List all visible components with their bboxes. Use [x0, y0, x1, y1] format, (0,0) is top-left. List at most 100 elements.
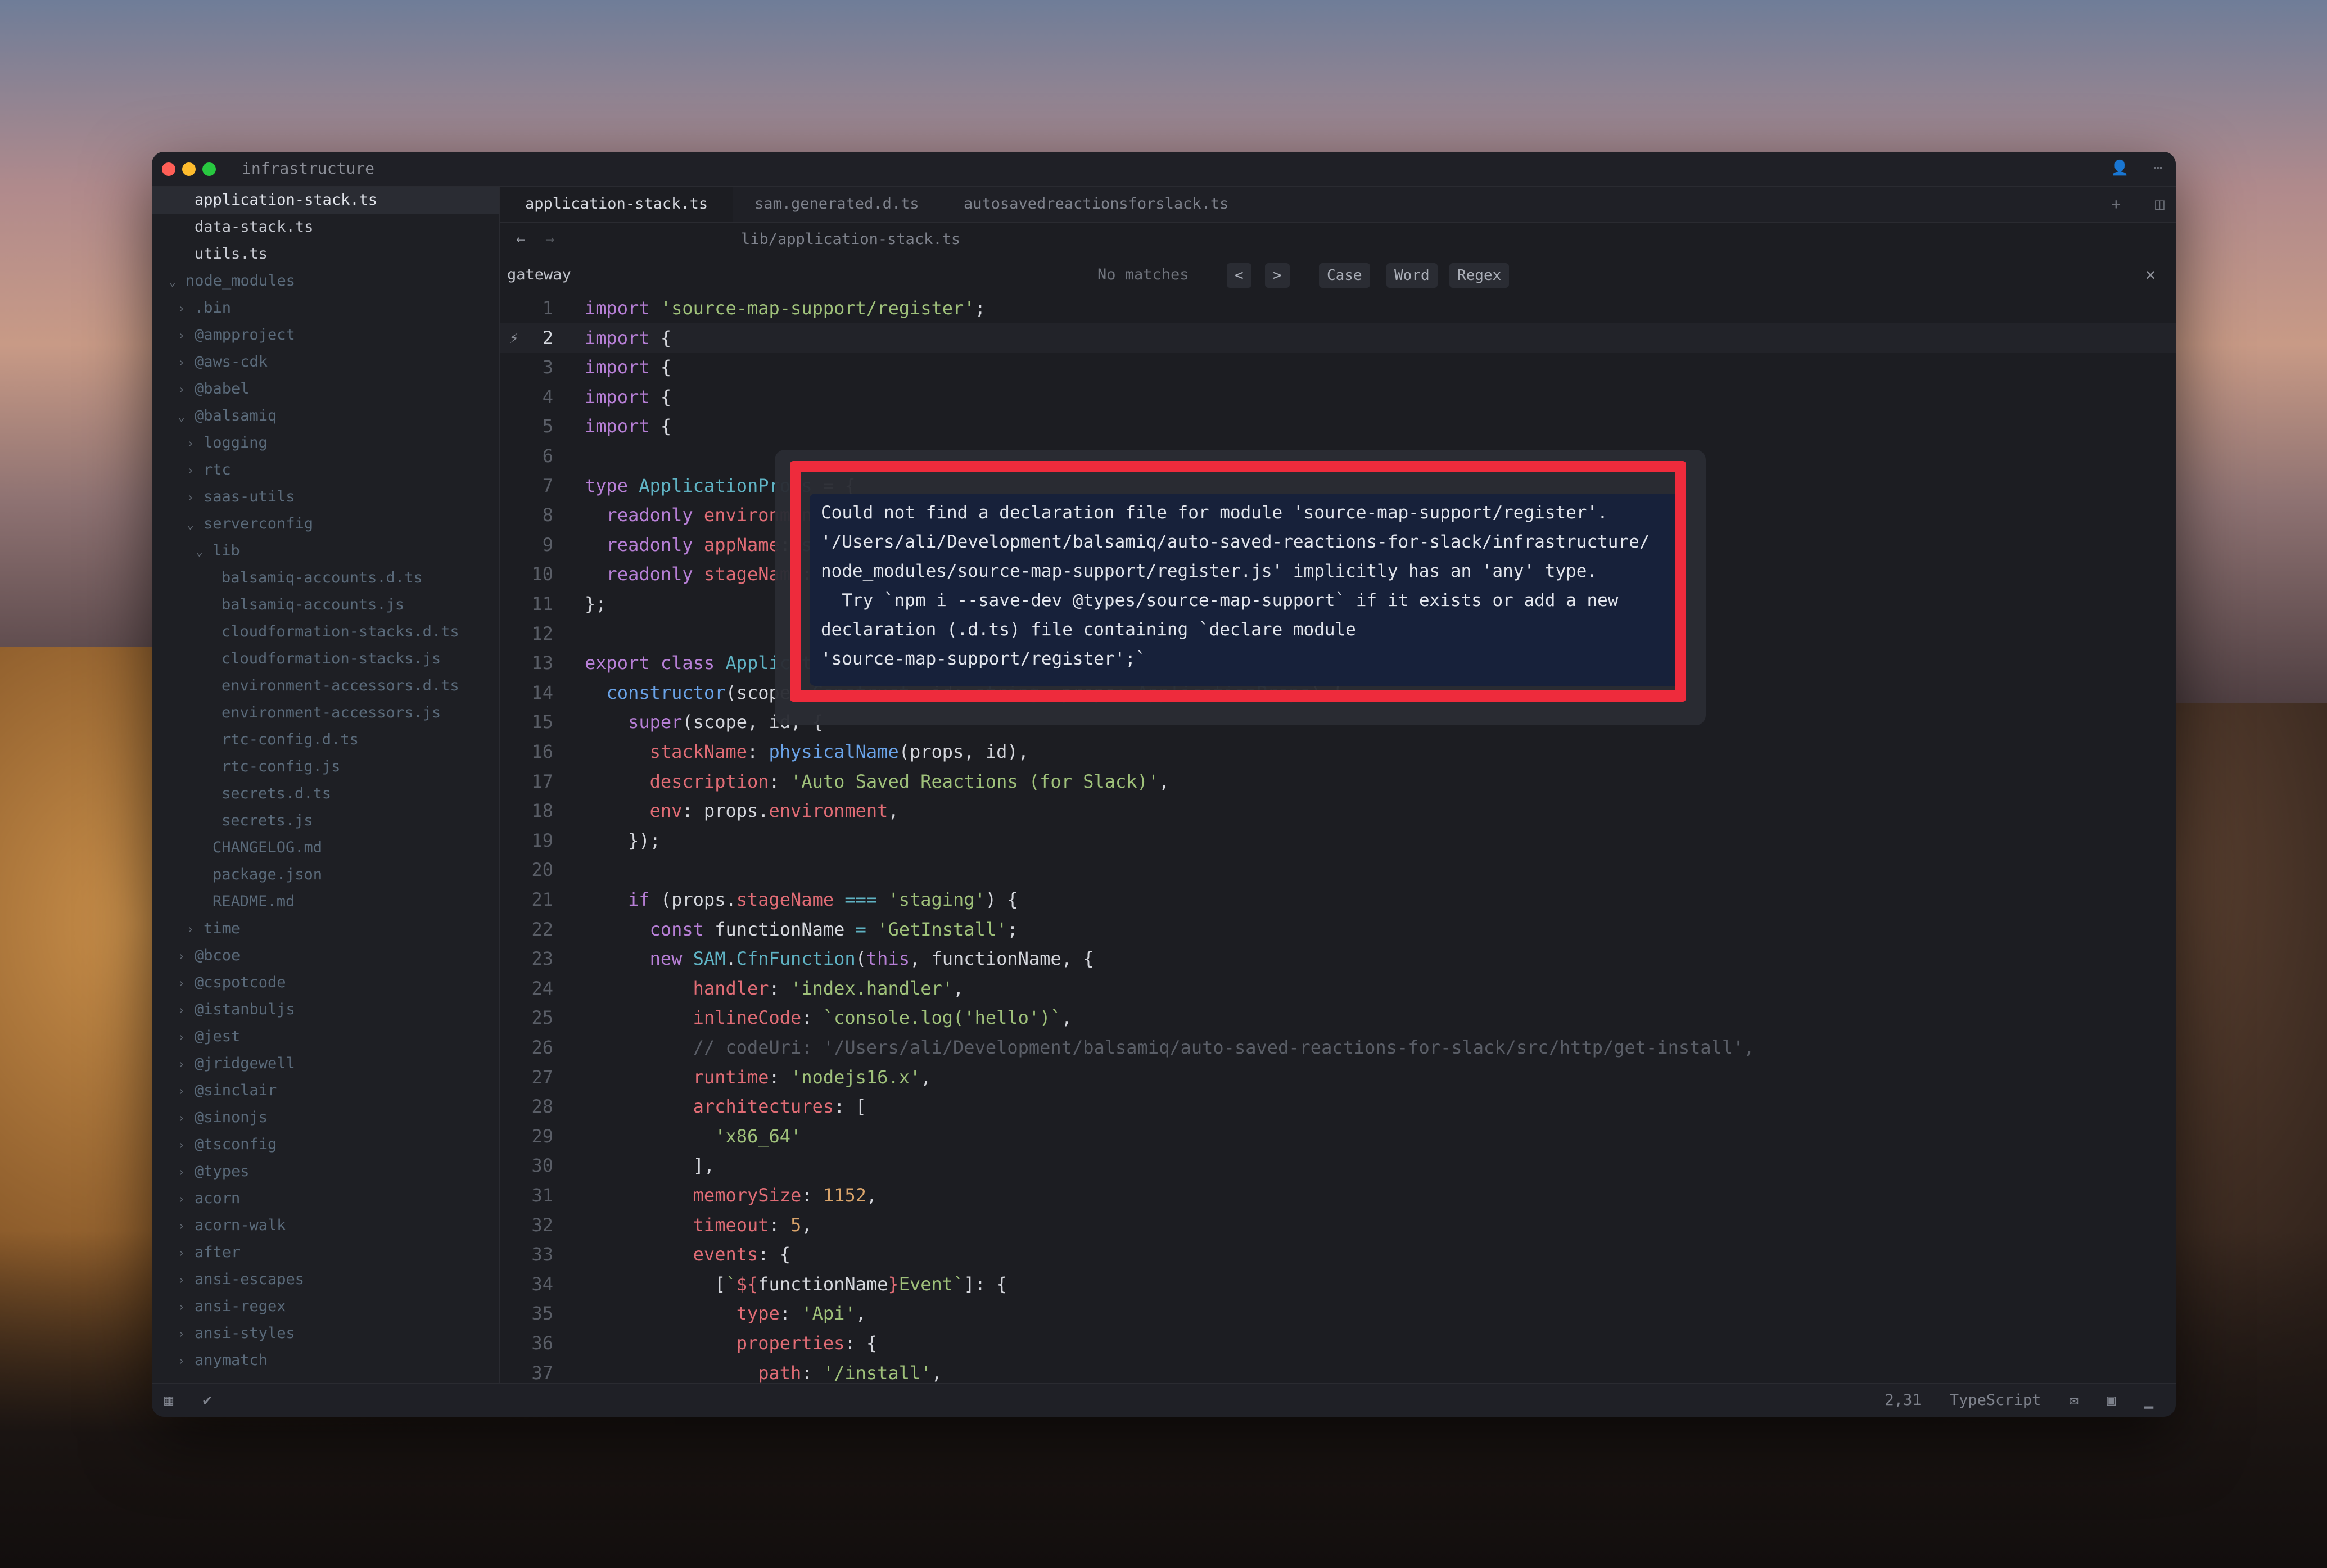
- tab-autosavedreactionsforslack[interactable]: autosavedreactionsforslack.ts: [939, 187, 1253, 222]
- code-line[interactable]: 37 path: '/install',: [500, 1358, 2176, 1384]
- close-window-button[interactable]: [162, 162, 175, 176]
- code-line[interactable]: 36 properties: {: [500, 1328, 2176, 1358]
- code-line[interactable]: 27 runtime: 'nodejs16.x',: [500, 1063, 2176, 1092]
- code-line[interactable]: 20: [500, 855, 2176, 884]
- code-line[interactable]: 28 architectures: [: [500, 1092, 2176, 1121]
- feedback-icon[interactable]: ✉: [2070, 1391, 2079, 1409]
- tree-item[interactable]: ⌄ @balsamiq: [152, 403, 499, 430]
- add-tab-icon[interactable]: +: [2111, 195, 2121, 213]
- tree-item[interactable]: environment-accessors.d.ts: [152, 672, 499, 699]
- tree-item[interactable]: application-stack.ts: [152, 187, 499, 214]
- code-line[interactable]: 34 [`${functionName}Event`]: {: [500, 1269, 2176, 1299]
- previous-match-button[interactable]: <: [1227, 263, 1251, 288]
- code-line[interactable]: 17 description: 'Auto Saved Reactions (f…: [500, 767, 2176, 796]
- back-arrow-icon[interactable]: ←: [516, 222, 525, 257]
- whole-word-toggle[interactable]: Word: [1386, 263, 1438, 288]
- tree-item[interactable]: › @aws-cdk: [152, 349, 499, 376]
- tree-item[interactable]: secrets.js: [152, 807, 499, 834]
- tree-item[interactable]: › after: [152, 1239, 499, 1266]
- tree-item-label: time: [204, 920, 241, 937]
- tree-item[interactable]: › @babel: [152, 376, 499, 403]
- search-input[interactable]: gateway: [507, 257, 571, 292]
- tree-item[interactable]: ⌄ node_modules: [152, 268, 499, 295]
- tree-item[interactable]: › @istanbuljs: [152, 996, 499, 1023]
- minimize-window-button[interactable]: [182, 162, 196, 176]
- tree-item[interactable]: › saas-utils: [152, 483, 499, 510]
- tree-item[interactable]: README.md: [152, 888, 499, 915]
- tree-item[interactable]: › logging: [152, 430, 499, 457]
- diagnostics-check-icon[interactable]: ✔: [203, 1391, 212, 1409]
- code-text: description: 'Auto Saved Reactions (for …: [585, 767, 1170, 796]
- tree-item[interactable]: › ansi-styles: [152, 1320, 499, 1347]
- code-line[interactable]: 4 import {: [500, 382, 2176, 412]
- code-line[interactable]: 31 memorySize: 1152,: [500, 1181, 2176, 1210]
- tree-item[interactable]: rtc-config.js: [152, 753, 499, 780]
- close-search-icon[interactable]: ✕: [2145, 257, 2156, 292]
- tree-item[interactable]: environment-accessors.js: [152, 699, 499, 726]
- case-sensitive-toggle[interactable]: Case: [1319, 263, 1370, 288]
- tree-item[interactable]: › @types: [152, 1158, 499, 1185]
- tree-item[interactable]: › @tsconfig: [152, 1131, 499, 1158]
- tree-item[interactable]: › .bin: [152, 295, 499, 322]
- tree-item[interactable]: › anymatch: [152, 1347, 499, 1374]
- project-panel-icon[interactable]: ▦: [164, 1391, 173, 1409]
- code-line[interactable]: 33 events: {: [500, 1240, 2176, 1269]
- tree-item[interactable]: › @cspotcode: [152, 969, 499, 996]
- forward-arrow-icon[interactable]: →: [545, 222, 554, 257]
- tree-item[interactable]: rtc-config.d.ts: [152, 726, 499, 753]
- tree-item[interactable]: › @jest: [152, 1023, 499, 1050]
- code-line[interactable]: 18 env: props.environment,: [500, 796, 2176, 825]
- tree-item[interactable]: › ansi-escapes: [152, 1266, 499, 1293]
- code-line[interactable]: 19 });: [500, 826, 2176, 855]
- tree-item[interactable]: utils.ts: [152, 241, 499, 268]
- code-line[interactable]: 32 timeout: 5,: [500, 1210, 2176, 1240]
- terminal-icon[interactable]: ▣: [2107, 1391, 2116, 1409]
- cursor-position[interactable]: 2,31: [1885, 1391, 1922, 1409]
- code-line[interactable]: 30 ],: [500, 1151, 2176, 1180]
- code-line[interactable]: 1 import 'source-map-support/register';: [500, 293, 2176, 323]
- tree-item[interactable]: › acorn-walk: [152, 1212, 499, 1239]
- code-line[interactable]: 35 type: 'Api',: [500, 1299, 2176, 1328]
- code-line[interactable]: 22 const functionName = 'GetInstall';: [500, 915, 2176, 944]
- tree-item[interactable]: balsamiq-accounts.d.ts: [152, 564, 499, 591]
- code-line[interactable]: 23 new SAM.CfnFunction(this, functionNam…: [500, 944, 2176, 973]
- next-match-button[interactable]: >: [1265, 263, 1290, 288]
- zoom-window-button[interactable]: [202, 162, 216, 176]
- tab-sam-generated[interactable]: sam.generated.d.ts: [730, 187, 944, 222]
- tree-item[interactable]: balsamiq-accounts.js: [152, 591, 499, 618]
- tree-item[interactable]: package.json: [152, 861, 499, 888]
- tree-item[interactable]: › @sinonjs: [152, 1104, 499, 1131]
- split-pane-icon[interactable]: ◫: [2155, 195, 2165, 213]
- code-line[interactable]: 25 inlineCode: `console.log('hello')`,: [500, 1003, 2176, 1032]
- tab-application-stack[interactable]: application-stack.ts: [500, 187, 733, 222]
- code-line[interactable]: 26 // codeUri: '/Users/ali/Development/b…: [500, 1033, 2176, 1062]
- panel-icon[interactable]: ▁: [2144, 1391, 2153, 1409]
- tree-item[interactable]: cloudformation-stacks.js: [152, 645, 499, 672]
- tree-item[interactable]: › @ampproject: [152, 322, 499, 349]
- code-line[interactable]: ⚡ 2 import {: [500, 323, 2176, 353]
- code-line[interactable]: 24 handler: 'index.handler',: [500, 974, 2176, 1003]
- tree-item[interactable]: › @sinclair: [152, 1077, 499, 1104]
- code-line[interactable]: 16 stackName: physicalName(props, id),: [500, 737, 2176, 766]
- tree-item[interactable]: › ansi-regex: [152, 1293, 499, 1320]
- code-line[interactable]: 21 if (props.stageName === 'staging') {: [500, 885, 2176, 914]
- tree-item[interactable]: ⌄ serverconfig: [152, 510, 499, 537]
- more-options-icon[interactable]: ⋯: [2153, 160, 2162, 177]
- tree-item[interactable]: data-stack.ts: [152, 214, 499, 241]
- tree-item[interactable]: CHANGELOG.md: [152, 834, 499, 861]
- breadcrumb-path[interactable]: lib/application-stack.ts: [741, 222, 960, 257]
- tree-item[interactable]: › @bcoe: [152, 942, 499, 969]
- collaborators-icon[interactable]: 👤: [2111, 160, 2129, 177]
- tree-item[interactable]: › time: [152, 915, 499, 942]
- language-selector[interactable]: TypeScript: [1950, 1391, 2041, 1409]
- tree-item[interactable]: › acorn: [152, 1185, 499, 1212]
- tree-item[interactable]: ⌄ lib: [152, 537, 499, 564]
- code-line[interactable]: 29 'x86_64': [500, 1122, 2176, 1151]
- tree-item[interactable]: › @jridgewell: [152, 1050, 499, 1077]
- code-line[interactable]: 5 import {: [500, 412, 2176, 441]
- tree-item[interactable]: secrets.d.ts: [152, 780, 499, 807]
- tree-item[interactable]: cloudformation-stacks.d.ts: [152, 618, 499, 645]
- regex-toggle[interactable]: Regex: [1449, 263, 1510, 288]
- code-line[interactable]: 3 import {: [500, 353, 2176, 382]
- tree-item[interactable]: › rtc: [152, 457, 499, 483]
